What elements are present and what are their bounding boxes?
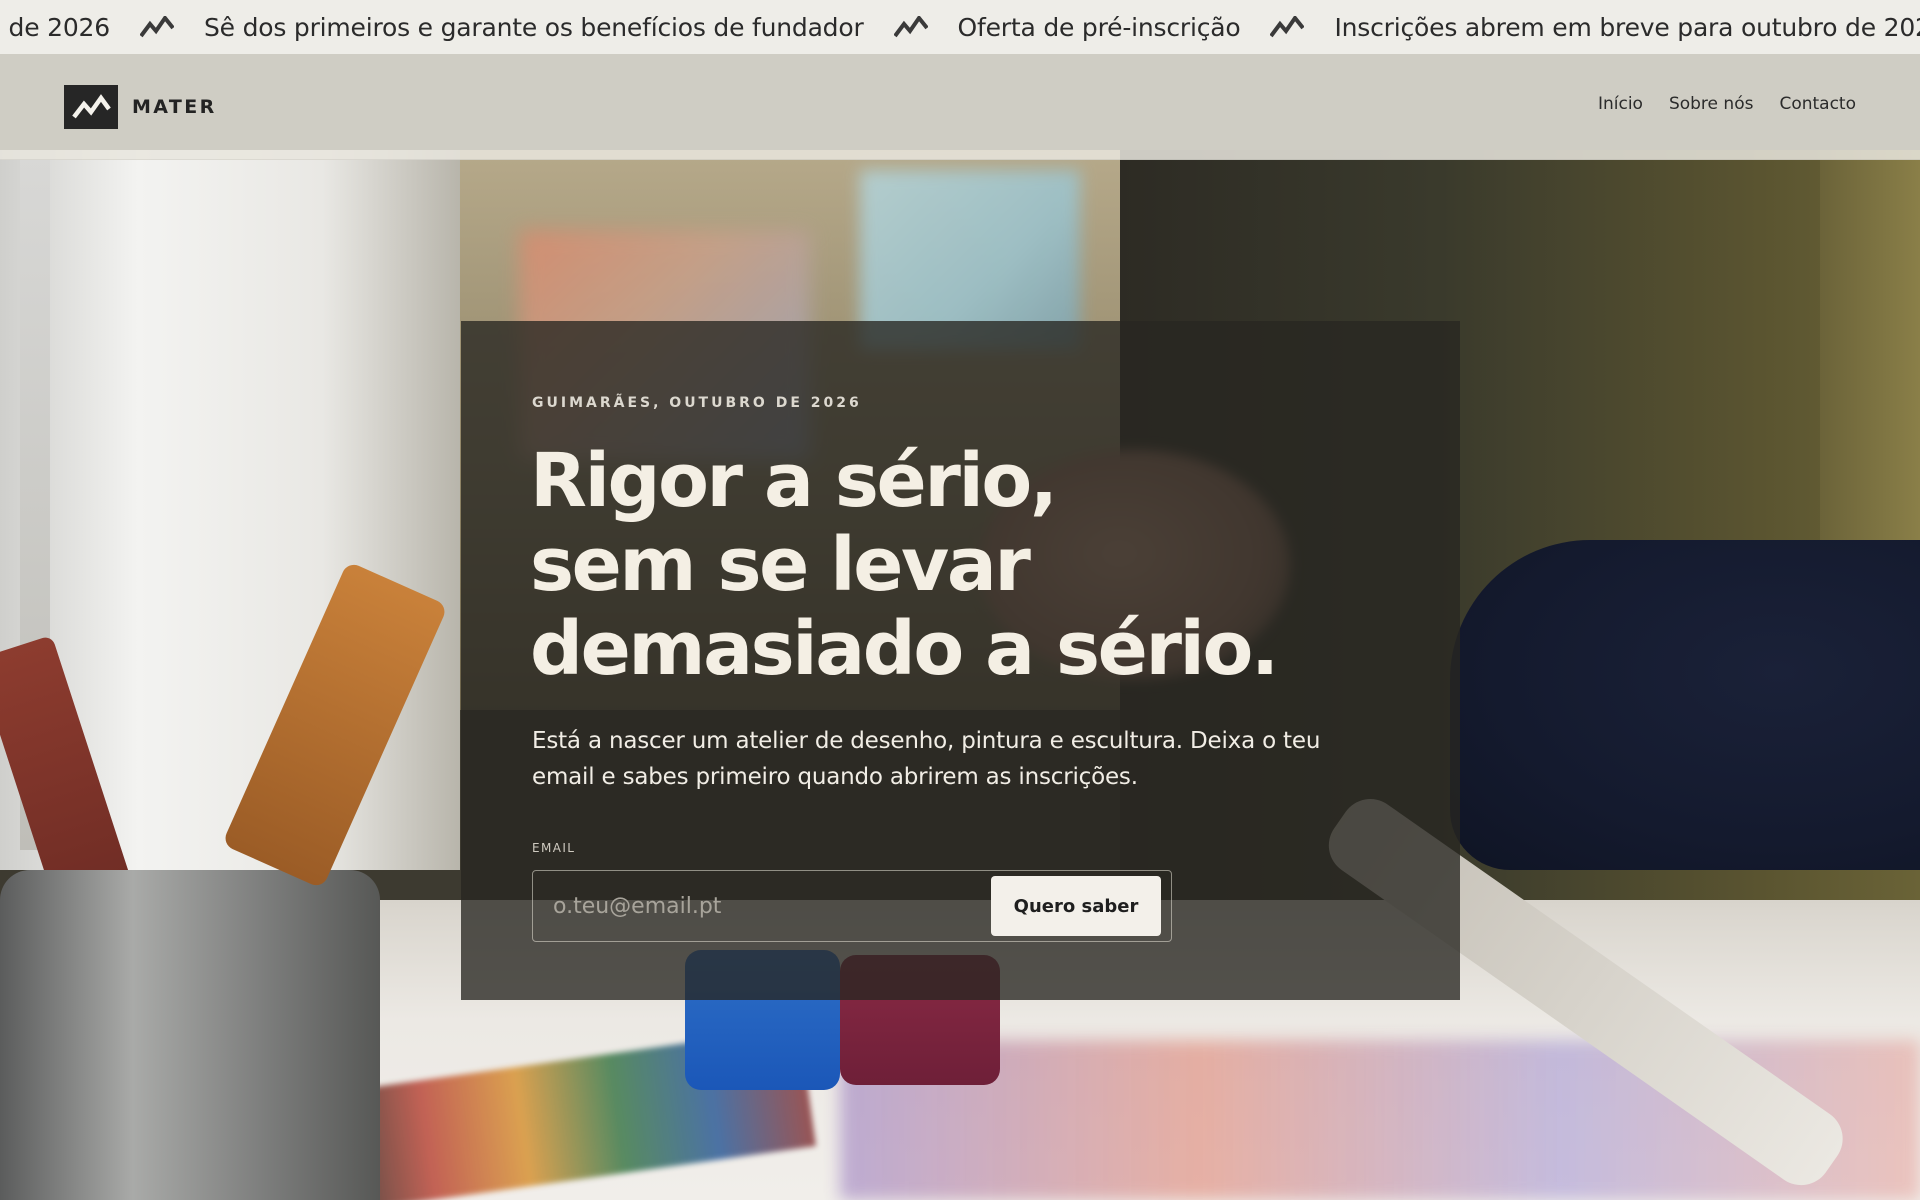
ticker-text: Oferta de pré-inscrição [957, 12, 1241, 42]
mountain-logo-icon [893, 16, 928, 38]
ticker-item: Inscrições abrem em breve para outubro d… [1334, 13, 1920, 42]
site-header: MATER Início Sobre nós Contacto [0, 54, 1920, 160]
ticker-item: Oferta de pré-inscrição [958, 13, 1335, 42]
nav-link-sobre-nos[interactable]: Sobre nós [1669, 94, 1754, 114]
hero-description: Está a nascer um atelier de desenho, pin… [532, 728, 1321, 790]
hero-card: GUIMARÃES, OUTUBRO DE 2026 Rigor a sério… [461, 321, 1460, 1000]
headline-line: sem se levar [530, 522, 1031, 608]
main-navigation: Início Sobre nós Contacto [1572, 94, 1856, 114]
nav-link-inicio[interactable]: Início [1598, 94, 1643, 114]
announcement-ticker: Inscrições abrem em breve para outubro d… [0, 0, 1920, 54]
submit-button[interactable]: Quero saber [991, 876, 1161, 936]
ticker-text: Inscrições abrem em breve para outubro d… [1334, 12, 1920, 42]
ticker-item: Inscrições abrem em breve para outubro d… [0, 13, 204, 42]
mountain-logo-icon [64, 85, 118, 129]
mountain-logo-icon [139, 16, 174, 38]
headline-line: demasiado a sério. [530, 606, 1279, 692]
email-input[interactable] [533, 876, 991, 936]
background-bucket [0, 870, 380, 1200]
ticker-item: Sê dos primeiros e garante os benefícios… [204, 13, 958, 42]
ticker-track: Inscrições abrem em breve para outubro d… [0, 0, 1920, 54]
background-sleeve [1450, 540, 1920, 870]
brand-logo-link[interactable]: MATER [64, 85, 217, 129]
brand-name: MATER [132, 96, 217, 118]
signup-form: Quero saber [532, 870, 1172, 942]
headline-line: Rigor a sério, [530, 438, 1058, 524]
nav-link-contacto[interactable]: Contacto [1779, 94, 1856, 114]
ticker-text: Inscrições abrem em breve para outubro d… [0, 12, 110, 42]
mountain-logo-icon [1270, 16, 1305, 38]
email-field-label: EMAIL [532, 841, 576, 855]
hero-eyebrow: GUIMARÃES, OUTUBRO DE 2026 [532, 395, 862, 411]
hero-headline: Rigor a sério, sem se levar demasiado a … [530, 438, 1279, 692]
ticker-text: Sê dos primeiros e garante os benefícios… [203, 12, 864, 42]
